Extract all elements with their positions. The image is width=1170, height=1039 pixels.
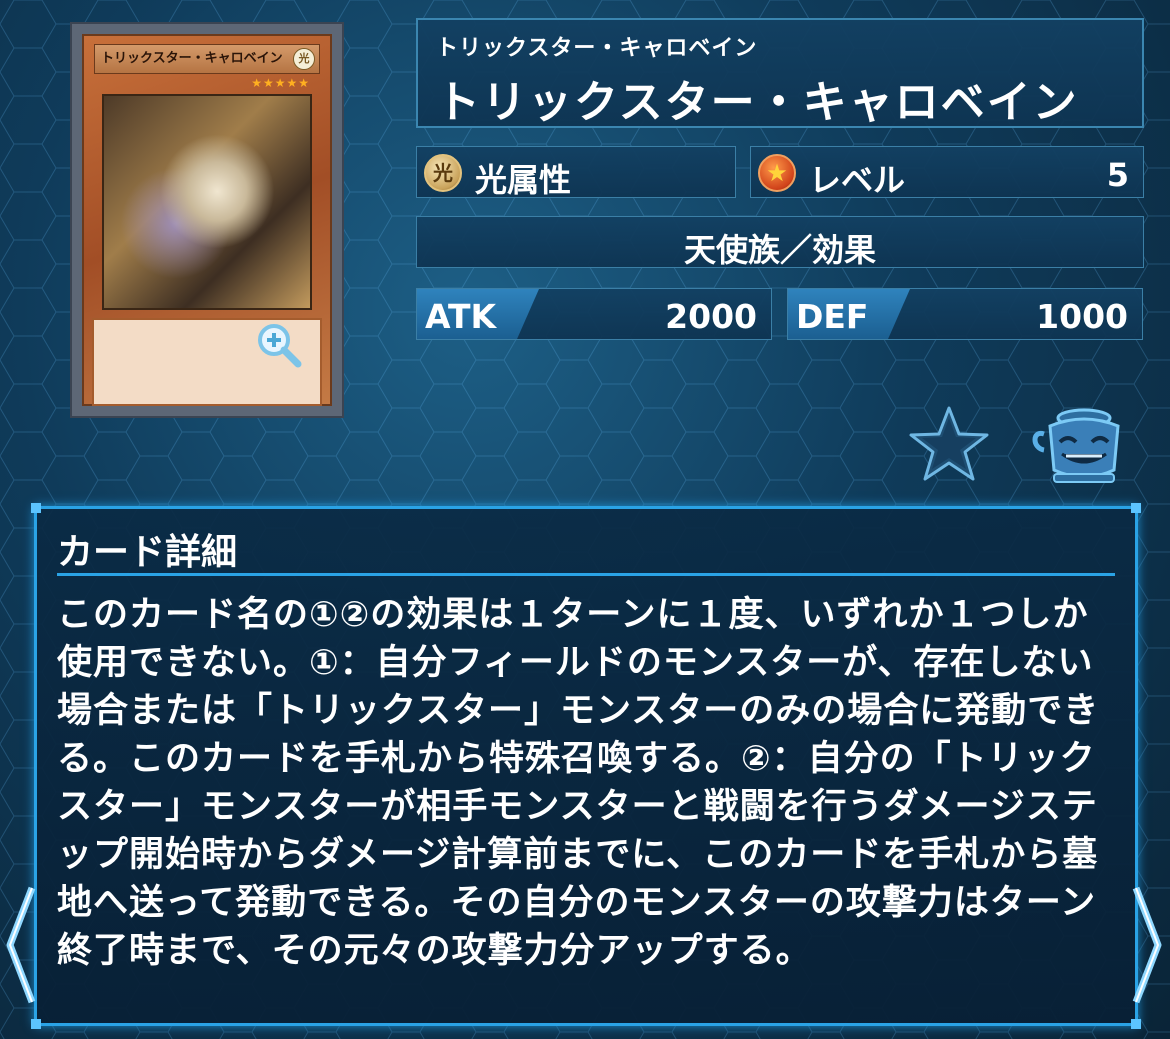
chevron-left-icon[interactable] <box>0 880 40 1010</box>
pot-icon[interactable] <box>1030 404 1124 486</box>
level-value: 5 <box>1106 156 1129 194</box>
star-icon[interactable] <box>908 404 990 482</box>
monster-type: 天使族／効果 <box>683 231 876 269</box>
card-title-panel: トリックスター・キャロベイン トリックスター・キャロベイン <box>416 18 1144 128</box>
atk-panel: ATK 2000 <box>416 288 772 340</box>
card-detail-panel[interactable]: カード詳細 このカード名の①②の効果は１ターンに１度、いずれか１つしか使用できな… <box>31 503 1141 1029</box>
type-panel: 天使族／効果 <box>416 216 1144 269</box>
card-image-attribute-icon: 光 <box>293 48 315 70</box>
card-artwork <box>102 94 312 310</box>
card-name: トリックスター・キャロベイン <box>436 77 1079 128</box>
chevron-right-icon[interactable] <box>1128 880 1168 1010</box>
def-value: 1000 <box>1036 297 1128 336</box>
detail-divider <box>57 573 1115 576</box>
panel-corner <box>31 1019 41 1029</box>
zoom-in-icon[interactable] <box>256 322 302 368</box>
level-star-icon: ★ <box>758 154 796 192</box>
def-panel: DEF 1000 <box>787 288 1143 340</box>
panel-corner <box>31 503 41 513</box>
panel-corner <box>1131 1019 1141 1029</box>
detail-heading: カード詳細 <box>57 532 238 573</box>
card-effect-text: このカード名の①②の効果は１ターンに１度、いずれか１つしか使用できない。①：自分… <box>57 595 1100 971</box>
card-image-stars: ★★★★★ <box>251 76 310 90</box>
card-image-name: トリックスター・キャロベイン 光 <box>94 44 320 74</box>
def-label: DEF <box>796 297 869 336</box>
attribute-label: 光属性 <box>475 161 572 199</box>
card-name-ruby: トリックスター・キャロベイン <box>436 36 758 61</box>
card-image[interactable]: トリックスター・キャロベイン 光 ★★★★★ <box>70 22 344 418</box>
light-attribute-icon: 光 <box>424 154 462 192</box>
card-image-name-text: トリックスター・キャロベイン <box>101 51 283 66</box>
atk-value: 2000 <box>665 297 757 336</box>
level-panel: ★ レベル 5 <box>750 146 1144 199</box>
panel-corner <box>1131 503 1141 513</box>
attribute-panel: 光 光属性 <box>416 146 736 199</box>
atk-label: ATK <box>425 297 497 336</box>
level-label: レベル <box>809 161 906 199</box>
